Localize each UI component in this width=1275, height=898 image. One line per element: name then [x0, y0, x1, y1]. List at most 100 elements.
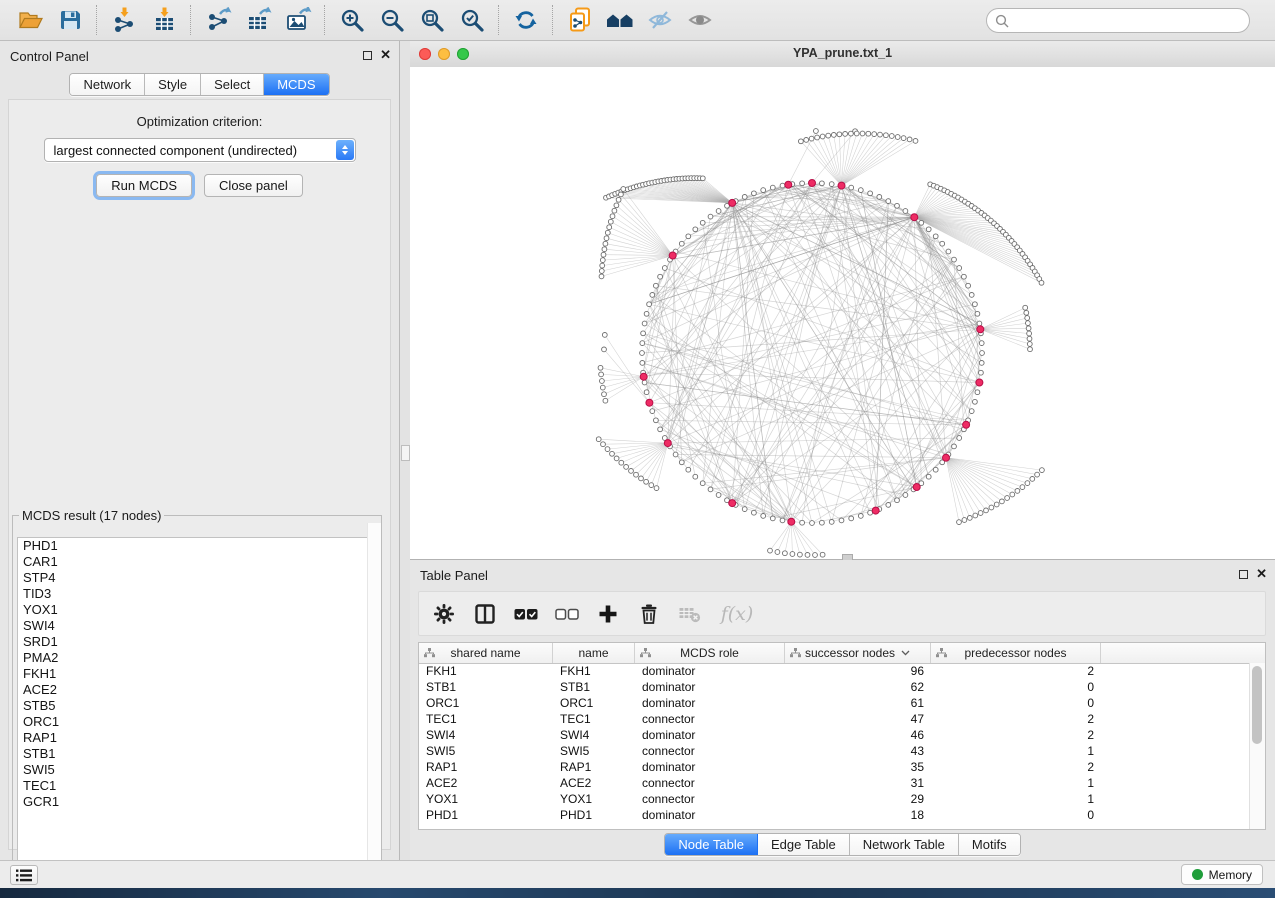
- table-panel-header: Table Panel ✕: [410, 560, 1275, 588]
- save-session-button[interactable]: [50, 4, 90, 36]
- export-table-button[interactable]: [238, 4, 278, 36]
- table-row[interactable]: SWI4SWI4dominator462: [419, 727, 1250, 743]
- eye-icon: [687, 8, 713, 32]
- eye-slash-icon: [647, 8, 673, 32]
- plus-icon: [597, 603, 619, 625]
- mcds-result-item[interactable]: STP4: [18, 570, 376, 586]
- mcds-result-item[interactable]: PMA2: [18, 650, 376, 666]
- first-neighbors-button[interactable]: [600, 4, 640, 36]
- close-panel-button-mcds[interactable]: Close panel: [204, 174, 303, 197]
- column-header-predecessor-nodes[interactable]: predecessor nodes: [931, 643, 1101, 663]
- refresh-button[interactable]: [506, 4, 546, 36]
- table-cell: FKH1: [553, 664, 635, 678]
- mcds-result-list[interactable]: PHD1CAR1STP4TID3YOX1SWI4SRD1PMA2FKH1ACE2…: [17, 537, 377, 869]
- mcds-result-item[interactable]: ACE2: [18, 682, 376, 698]
- mcds-result-item[interactable]: GCR1: [18, 794, 376, 810]
- close-table-panel-button[interactable]: ✕: [1256, 568, 1267, 580]
- network-canvas[interactable]: [410, 67, 1275, 559]
- import-table-button[interactable]: [144, 4, 184, 36]
- tab-edge-table[interactable]: Edge Table: [758, 834, 850, 855]
- table-cell: connector: [635, 712, 785, 726]
- table-cell: 62: [785, 680, 931, 694]
- zoom-out-button[interactable]: [372, 4, 412, 36]
- mcds-result-item[interactable]: PHD1: [18, 538, 376, 554]
- tab-select[interactable]: Select: [201, 74, 264, 95]
- mcds-result-item[interactable]: ORC1: [18, 714, 376, 730]
- table-cell: dominator: [635, 728, 785, 742]
- status-menu-button[interactable]: [10, 865, 38, 885]
- table-cell: STB1: [553, 680, 635, 694]
- share-document-icon: [567, 7, 594, 34]
- mcds-result-item[interactable]: STB1: [18, 746, 376, 762]
- splitter-handle[interactable]: [401, 445, 410, 461]
- table-row[interactable]: YOX1YOX1connector291: [419, 791, 1250, 807]
- mcds-result-item[interactable]: FKH1: [18, 666, 376, 682]
- mcds-result-item[interactable]: TID3: [18, 586, 376, 602]
- close-panel-button[interactable]: ✕: [380, 49, 391, 61]
- delete-table-button[interactable]: [677, 601, 703, 627]
- table-cell: SWI4: [553, 728, 635, 742]
- table-row[interactable]: RAP1RAP1dominator352: [419, 759, 1250, 775]
- mcds-result-item[interactable]: YOX1: [18, 602, 376, 618]
- delete-column-button[interactable]: [636, 601, 662, 627]
- tab-style[interactable]: Style: [145, 74, 201, 95]
- table-row[interactable]: STB1STB1dominator620: [419, 679, 1250, 695]
- memory-button[interactable]: Memory: [1181, 864, 1263, 885]
- optimization-criterion-select[interactable]: largest connected component (undirected): [44, 138, 356, 162]
- table-cell: RAP1: [419, 760, 553, 774]
- export-image-button[interactable]: [278, 4, 318, 36]
- open-folder-icon: [17, 8, 44, 32]
- column-header-shared-name[interactable]: shared name: [419, 643, 553, 663]
- table-cell: 47: [785, 712, 931, 726]
- table-scrollbar[interactable]: [1249, 663, 1265, 829]
- mcds-result-item[interactable]: RAP1: [18, 730, 376, 746]
- table-cell: PHD1: [553, 808, 635, 822]
- table-row[interactable]: PHD1PHD1dominator180: [419, 807, 1250, 823]
- mcds-result-item[interactable]: SRD1: [18, 634, 376, 650]
- mcds-result-item[interactable]: STB5: [18, 698, 376, 714]
- add-column-button[interactable]: [595, 601, 621, 627]
- search-input[interactable]: [1014, 13, 1241, 29]
- tab-motifs[interactable]: Motifs: [959, 834, 1020, 855]
- column-header-MCDS-role[interactable]: MCDS role: [635, 643, 785, 663]
- tab-node-table[interactable]: Node Table: [665, 834, 758, 855]
- open-file-button[interactable]: [10, 4, 50, 36]
- table-settings-button[interactable]: [431, 601, 457, 627]
- table-cell: 96: [785, 664, 931, 678]
- mcds-result-item[interactable]: SWI4: [18, 618, 376, 634]
- mcds-result-item[interactable]: SWI5: [18, 762, 376, 778]
- share-document-button[interactable]: [560, 4, 600, 36]
- function-builder-button[interactable]: f(x): [718, 601, 756, 627]
- float-panel-button[interactable]: [363, 51, 372, 60]
- mcds-result-item[interactable]: TEC1: [18, 778, 376, 794]
- table-cell: connector: [635, 744, 785, 758]
- export-network-button[interactable]: [198, 4, 238, 36]
- zoom-out-icon: [380, 8, 405, 33]
- hide-selected-button[interactable]: [640, 4, 680, 36]
- table-row[interactable]: FKH1FKH1dominator962: [419, 663, 1250, 679]
- zoom-in-button[interactable]: [332, 4, 372, 36]
- table-row[interactable]: TEC1TEC1connector472: [419, 711, 1250, 727]
- table-row[interactable]: ORC1ORC1dominator610: [419, 695, 1250, 711]
- tab-mcds[interactable]: MCDS: [264, 74, 328, 95]
- run-mcds-button[interactable]: Run MCDS: [96, 174, 192, 197]
- tab-network-table[interactable]: Network Table: [850, 834, 959, 855]
- mcds-list-scrollbar[interactable]: [367, 523, 381, 873]
- table-scrollbar-thumb[interactable]: [1252, 666, 1262, 744]
- mcds-result-title: MCDS result (17 nodes): [19, 508, 164, 523]
- import-network-button[interactable]: [104, 4, 144, 36]
- select-all-rows-button[interactable]: [513, 601, 539, 627]
- zoom-fit-button[interactable]: [412, 4, 452, 36]
- toggle-column-panel-button[interactable]: [472, 601, 498, 627]
- column-header-name[interactable]: name: [553, 643, 635, 663]
- table-row[interactable]: SWI5SWI5connector431: [419, 743, 1250, 759]
- mcds-result-item[interactable]: CAR1: [18, 554, 376, 570]
- zoom-selected-button[interactable]: [452, 4, 492, 36]
- column-header-successor-nodes[interactable]: successor nodes: [785, 643, 931, 663]
- table-row[interactable]: ACE2ACE2connector311: [419, 775, 1250, 791]
- table-cell: dominator: [635, 808, 785, 822]
- show-all-button[interactable]: [680, 4, 720, 36]
- float-table-panel-button[interactable]: [1239, 570, 1248, 579]
- deselect-all-rows-button[interactable]: [554, 601, 580, 627]
- tab-network[interactable]: Network: [70, 74, 145, 95]
